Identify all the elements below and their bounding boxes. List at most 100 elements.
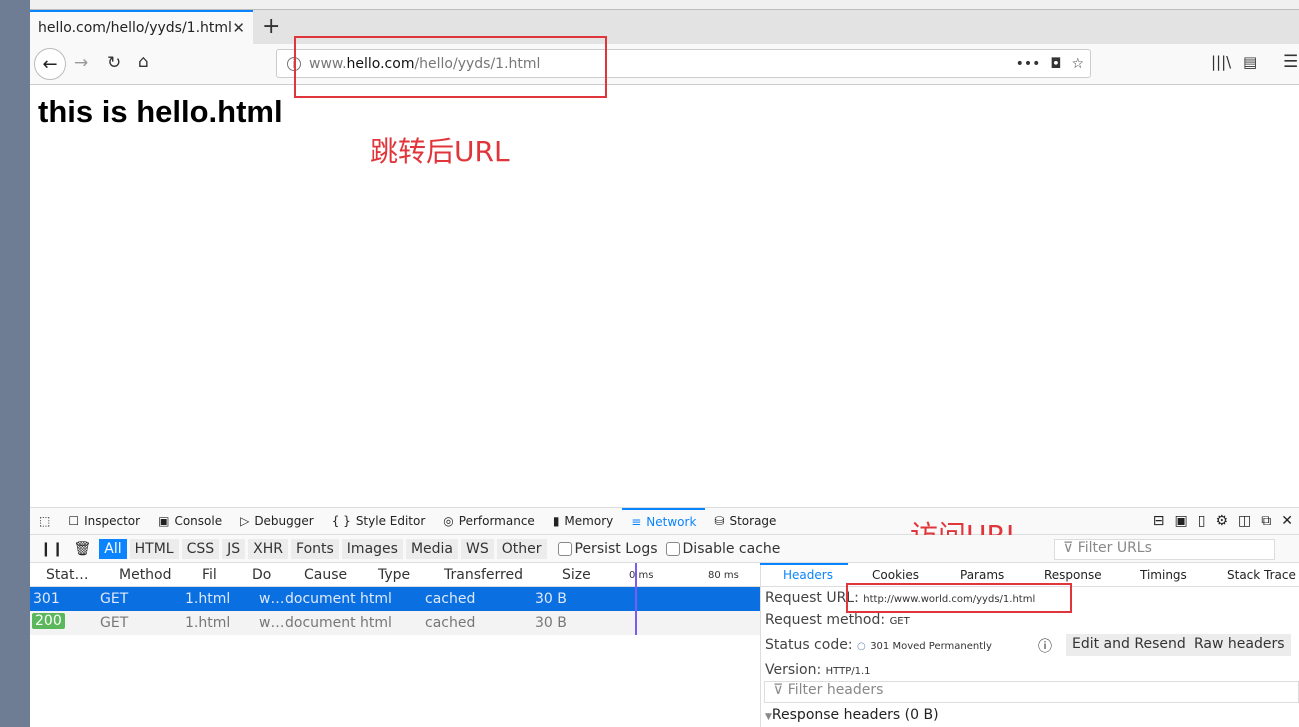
disable-cache-checkbox[interactable]: Disable cache: [665, 540, 781, 557]
edit-and-resend-button[interactable]: Edit and Resend: [1066, 634, 1192, 656]
label: Version:: [765, 662, 822, 678]
col-domain[interactable]: Do: [252, 567, 271, 583]
detail-tab-timings[interactable]: Timings: [1140, 568, 1187, 582]
pause-icon[interactable]: ❙❙: [40, 541, 63, 557]
tab-network[interactable]: ≡ Network: [622, 507, 706, 535]
status-circle-icon: ○: [857, 641, 866, 652]
page-heading: this is hello.html: [38, 94, 283, 129]
braces-icon: { }: [331, 514, 351, 528]
status: 301: [33, 591, 60, 607]
tab-inspector[interactable]: ☐ Inspector: [59, 508, 149, 535]
detail-tab-params[interactable]: Params: [960, 568, 1004, 582]
sidebar-icon[interactable]: ▤: [1243, 53, 1257, 71]
close-devtools-icon[interactable]: ✕: [1281, 513, 1293, 529]
filter-other[interactable]: Other: [496, 538, 547, 559]
close-tab-icon[interactable]: ✕: [232, 19, 245, 37]
tab-style-editor[interactable]: { } Style Editor: [323, 508, 435, 535]
detail-tab-stack-trace[interactable]: Stack Trace: [1227, 568, 1296, 582]
memory-icon: ▮: [552, 514, 560, 528]
filter-all[interactable]: All: [99, 538, 127, 559]
label: Status code:: [765, 637, 853, 653]
method: GET: [100, 615, 129, 631]
tab-label: Debugger: [254, 514, 314, 528]
side-dock-icon[interactable]: ◫: [1238, 513, 1251, 529]
filter-headers-input[interactable]: ⊽ Filter headers: [764, 681, 1299, 703]
bookmark-star-icon[interactable]: ☆: [1071, 56, 1084, 72]
trash-icon[interactable]: 🗑: [73, 541, 91, 557]
filter-xhr[interactable]: XHR: [248, 538, 289, 559]
tab-storage[interactable]: ⛁ Storage: [705, 508, 785, 535]
split-console-icon[interactable]: ▣: [1175, 513, 1188, 529]
pocket-icon[interactable]: ◘: [1050, 56, 1061, 72]
size: 30 B: [535, 591, 567, 607]
tab-title: hello.com/hello/yyds/1.html: [38, 20, 232, 36]
placeholder: Filter headers: [787, 682, 884, 698]
new-tab-icon[interactable]: +: [262, 14, 280, 39]
devtools-toolbar: ⬚ ☐ Inspector ▣ Console ▷ Debugger { } Style…: [30, 507, 1299, 535]
filter-ws[interactable]: WS: [461, 538, 494, 559]
cause: document: [285, 615, 356, 631]
tab-label: Style Editor: [355, 514, 426, 528]
browser-tab[interactable]: hello.com/hello/yyds/1.html ✕: [30, 10, 253, 44]
back-icon[interactable]: ←: [34, 48, 66, 80]
file: 1.html: [185, 591, 231, 607]
status-code-line: Status code: ○ 301 Moved Permanently: [765, 637, 992, 653]
separate-window-icon[interactable]: ⧉: [1261, 513, 1271, 529]
domain: w…: [259, 591, 285, 607]
library-icon[interactable]: |||\: [1211, 53, 1231, 71]
reload-icon[interactable]: ↻: [107, 53, 121, 73]
annotation-after-redirect: 跳转后URL: [370, 135, 510, 168]
filter-media[interactable]: Media: [405, 538, 458, 559]
type: html: [360, 591, 392, 607]
performance-icon: ◎: [443, 514, 454, 528]
dock-icon[interactable]: ⊟: [1153, 513, 1165, 529]
tab-console[interactable]: ▣ Console: [149, 508, 231, 535]
size: 30 B: [535, 615, 567, 631]
detail-tab-headers[interactable]: Headers: [783, 568, 833, 582]
forward-icon[interactable]: →: [74, 53, 88, 73]
request-row[interactable]: 200 GET 1.html w… document html cached 3…: [30, 611, 760, 635]
tab-performance[interactable]: ◎ Performance: [434, 508, 544, 535]
help-icon[interactable]: ⓘ: [1038, 636, 1052, 656]
domain: w…: [259, 615, 285, 631]
label: Request URL:: [765, 590, 859, 606]
filter-html[interactable]: HTML: [129, 538, 179, 559]
highlight-box: [294, 36, 607, 98]
section-label: Response headers (0 B): [771, 707, 939, 723]
detail-tab-response[interactable]: Response: [1044, 568, 1102, 582]
tab-label: Console: [174, 514, 223, 528]
persist-logs-checkbox[interactable]: Persist Logs: [557, 541, 658, 557]
tab-label: Network: [646, 515, 697, 529]
responsive-icon[interactable]: ▯: [1198, 513, 1206, 529]
inspector-icon: ☐: [68, 514, 80, 528]
request-row[interactable]: 301 GET 1.html w… document html cached 3…: [30, 587, 760, 611]
filter-images[interactable]: Images: [341, 538, 403, 559]
filter-fonts[interactable]: Fonts: [291, 538, 339, 559]
col-cause[interactable]: Cause: [304, 567, 347, 583]
gear-icon[interactable]: ⚙: [1215, 513, 1228, 529]
status-badge: 200: [32, 613, 65, 629]
detail-tab-cookies[interactable]: Cookies: [872, 568, 919, 582]
page-actions-icon[interactable]: •••: [1016, 56, 1041, 72]
tab-label: Storage: [729, 514, 777, 528]
response-headers-section[interactable]: ▼Response headers (0 B): [765, 707, 939, 723]
checkbox-label: Disable cache: [682, 540, 781, 557]
col-size[interactable]: Size: [562, 567, 591, 583]
col-type[interactable]: Type: [378, 567, 410, 583]
col-method[interactable]: Method: [119, 567, 172, 583]
col-transferred[interactable]: Transferred: [444, 567, 523, 583]
col-status[interactable]: Stat…: [46, 567, 88, 583]
filter-css[interactable]: CSS: [181, 538, 220, 559]
element-picker-icon[interactable]: ⬚: [30, 508, 59, 535]
waterfall-80ms: 80 ms: [708, 570, 739, 581]
tab-debugger[interactable]: ▷ Debugger: [231, 508, 323, 535]
tab-memory[interactable]: ▮ Memory: [544, 508, 622, 535]
tab-label: Memory: [564, 514, 614, 528]
raw-headers-button[interactable]: Raw headers: [1188, 634, 1291, 656]
filter-js[interactable]: JS: [222, 538, 246, 559]
filter-urls-input[interactable]: ⊽ Filter URLs: [1054, 539, 1275, 560]
menu-icon[interactable]: ☰: [1283, 52, 1298, 72]
home-icon[interactable]: ⌂: [138, 52, 149, 72]
collapse-triangle-icon: ▼: [765, 712, 772, 722]
col-file[interactable]: Fil: [202, 567, 217, 583]
